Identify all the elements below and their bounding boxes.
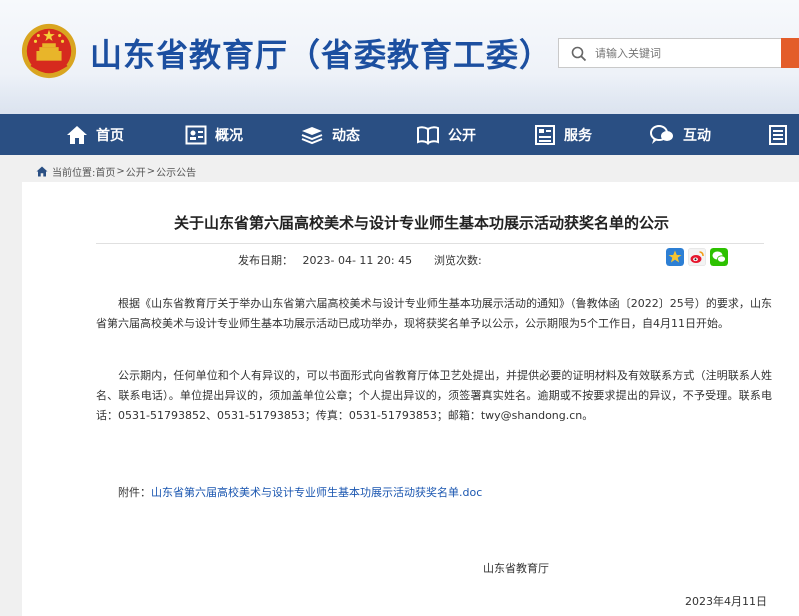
nav-label: 概况 bbox=[215, 127, 243, 144]
nav-label: 首页 bbox=[96, 127, 124, 144]
search-input[interactable] bbox=[595, 39, 745, 67]
list-doc-icon bbox=[769, 124, 787, 145]
site-header: 山东省教育厅（省委教育工委） bbox=[0, 0, 799, 114]
search-icon bbox=[571, 46, 587, 62]
title-divider bbox=[96, 243, 764, 244]
weibo-icon[interactable] bbox=[688, 248, 706, 266]
attachment-link[interactable]: 山东省第六届高校美术与设计专业师生基本功展示活动获奖名单.doc bbox=[151, 486, 482, 499]
site-title[interactable]: 山东省教育厅（省委教育工委） bbox=[90, 30, 552, 76]
signature: 山东省教育厅 bbox=[483, 562, 549, 575]
breadcrumb-prefix: 当前位置: bbox=[52, 168, 96, 179]
nav-item-open[interactable]: 公开 bbox=[416, 114, 476, 155]
breadcrumb-notice[interactable]: 公示公告 bbox=[156, 164, 196, 179]
nav-label: 公开 bbox=[448, 127, 476, 144]
publish-date: 发布日期： 2023- 04- 11 20: 45 bbox=[238, 252, 412, 268]
nav-item-profile[interactable]: 概况 bbox=[185, 114, 243, 155]
search-box[interactable] bbox=[558, 38, 799, 68]
breadcrumb-separator: > bbox=[146, 166, 156, 177]
article-paragraph: 公示期内，任何单位和个人有异议的，可以书面形式向省教育厅体卫艺处提出，并提供必要… bbox=[96, 369, 772, 422]
nav-item-news[interactable]: 动态 bbox=[300, 114, 360, 155]
open-book-icon bbox=[417, 125, 439, 145]
breadcrumb: 当前位置: 首页 > 公开 > 公示公告 bbox=[36, 164, 196, 179]
news-stack-icon bbox=[301, 126, 323, 144]
attachment: 附件：山东省第六届高校美术与设计专业师生基本功展示活动获奖名单.doc bbox=[118, 484, 482, 500]
breadcrumb-open[interactable]: 公开 bbox=[126, 164, 146, 179]
nav-label: 互动 bbox=[683, 127, 711, 144]
breadcrumb-separator: > bbox=[116, 166, 125, 177]
sign-date: 2023年4月11日 bbox=[685, 595, 767, 608]
publish-label: 发布日期： bbox=[238, 254, 293, 267]
nav-item-home[interactable]: 首页 bbox=[66, 114, 124, 155]
wechat-icon[interactable] bbox=[710, 248, 728, 266]
nav-item-service[interactable]: 服务 bbox=[534, 114, 592, 155]
breadcrumb-home[interactable]: 首页 bbox=[95, 164, 115, 179]
home-small-icon bbox=[36, 166, 48, 177]
view-count: 浏览次数: bbox=[434, 252, 482, 268]
home-icon bbox=[67, 125, 87, 144]
nav-label: 动态 bbox=[332, 127, 360, 144]
search-button[interactable] bbox=[781, 38, 799, 68]
qzone-star-icon[interactable] bbox=[666, 248, 684, 266]
article-panel: 关于山东省第六届高校美术与设计专业师生基本功展示活动获奖名单的公示 发布日期： … bbox=[22, 182, 799, 616]
nav-label: 服务 bbox=[564, 127, 592, 144]
article-title: 关于山东省第六届高校美术与设计专业师生基本功展示活动获奖名单的公示 bbox=[173, 214, 669, 232]
attachment-label: 附件： bbox=[118, 486, 151, 499]
chat-bubble-icon bbox=[650, 124, 673, 144]
service-doc-icon bbox=[535, 124, 555, 145]
nav-item-more[interactable] bbox=[768, 114, 796, 155]
views-label: 浏览次数: bbox=[434, 254, 482, 267]
profile-icon bbox=[185, 125, 207, 144]
nav-item-interact[interactable]: 互动 bbox=[649, 114, 711, 155]
national-emblem-icon[interactable] bbox=[20, 22, 78, 80]
publish-value: 2023- 04- 11 20: 45 bbox=[302, 254, 413, 267]
article-paragraph: 根据《山东省教育厅关于举办山东省第六届高校美术与设计专业师生基本功展示活动的通知… bbox=[96, 297, 772, 330]
main-nav: 首页 概况 动态 公开 服务 互动 bbox=[0, 114, 799, 155]
